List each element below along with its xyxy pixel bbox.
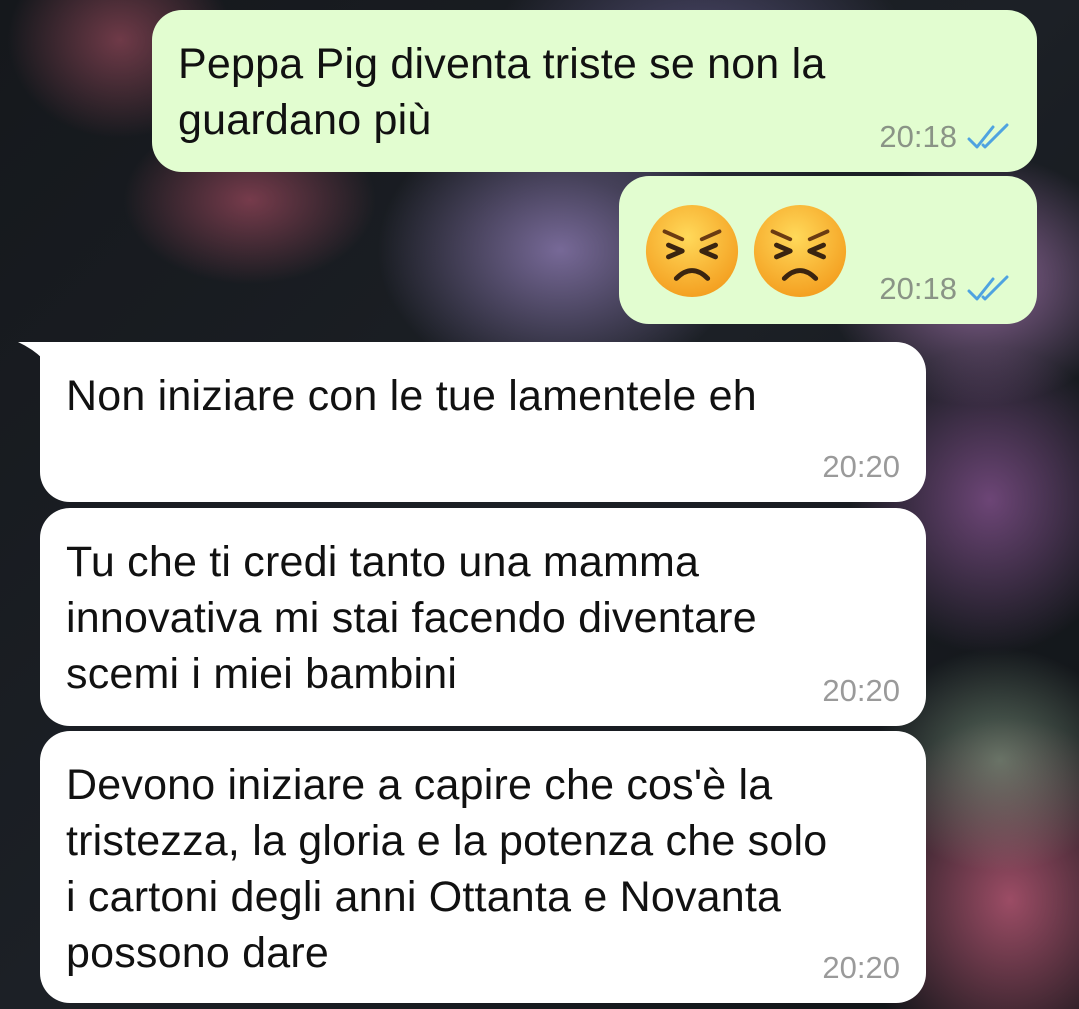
message-meta: 20:18: [879, 272, 1011, 306]
outgoing-emoji-bubble[interactable]: 20:18: [619, 176, 1037, 324]
chat-message-list[interactable]: Peppa Pig diventa triste se non la guard…: [0, 0, 1079, 1009]
message-meta: 20:18: [879, 120, 1011, 154]
double-check-read-icon: [967, 123, 1009, 149]
outgoing-message-bubble[interactable]: Peppa Pig diventa triste se non la guard…: [152, 10, 1037, 172]
message-meta: 20:20: [822, 450, 900, 484]
double-check-read-icon: [967, 275, 1009, 301]
incoming-message-bubble[interactable]: Tu che ti credi tanto una mamma innovati…: [40, 508, 926, 726]
message-meta: 20:20: [822, 951, 900, 985]
message-time: 20:20: [822, 950, 900, 985]
message-text: Tu che ti credi tanto una mamma innovati…: [66, 538, 757, 698]
incoming-message-bubble[interactable]: Devono iniziare a capire che cos'è la tr…: [40, 731, 926, 1003]
emoji-row: [643, 202, 849, 300]
message-meta: 20:20: [822, 674, 900, 708]
persevering-face-emoji: [753, 204, 847, 298]
message-text: Devono iniziare a capire che cos'è la tr…: [66, 761, 828, 977]
message-text: Non iniziare con le tue lamentele eh: [66, 372, 757, 420]
persevering-face-emoji: [645, 204, 739, 298]
message-time: 20:20: [822, 673, 900, 708]
incoming-message-bubble[interactable]: Non iniziare con le tue lamentele eh 20:…: [40, 342, 926, 502]
message-time: 20:20: [822, 449, 900, 484]
message-time: 20:18: [879, 119, 957, 154]
message-time: 20:18: [879, 271, 957, 306]
